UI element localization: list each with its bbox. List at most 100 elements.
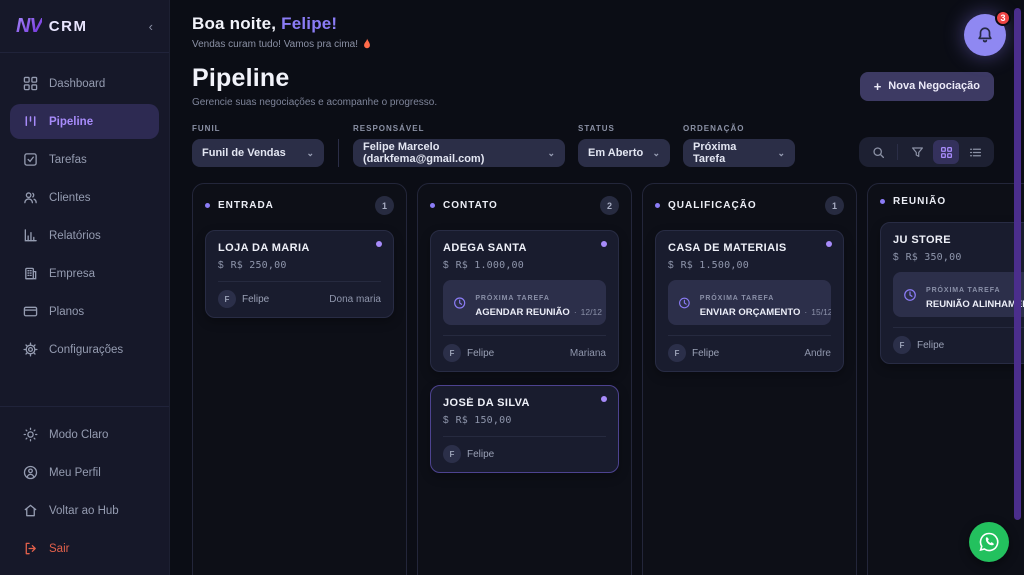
owner-name: Felipe [242,293,270,305]
deal-value: $ R$ 250,00 [218,260,381,271]
kanban-icon [25,116,36,126]
sidebar: NV CRM ‹ Dashboard Pipeline Tarefas Clie… [0,0,170,575]
column-contato: CONTATO 2 ADEGA SANTA $ R$ 1.000,00 PRÓX… [417,183,632,575]
topbar: Boa noite, Felipe! Vendas curam tudo! Va… [192,10,1024,56]
notifications: 3 [964,10,1011,56]
column-count-badge: 2 [600,196,619,215]
column-header: QUALIFICAÇÃO 1 [655,196,844,215]
deal-value: $ R$ 150,00 [443,415,606,426]
funnel-value: Funil de Vendas [202,147,286,159]
contact-name: Mariana [569,347,606,359]
kanban-view-button[interactable] [933,140,959,164]
vertical-scrollbar[interactable] [1014,8,1021,520]
deal-title: JOSÉ DA SILVA [443,397,530,409]
avatar: F [893,336,911,354]
sidebar-item-label: Configurações [49,343,124,356]
sidebar-item-label: Pipeline [49,115,94,128]
filter-status-label: STATUS [578,124,615,133]
new-deal-button[interactable]: + Nova Negociação [859,71,994,101]
next-task-label: PRÓXIMA TAREFA [926,287,1001,294]
list-view-button[interactable] [962,140,988,164]
currency-icon: $ [893,252,899,263]
dot-separator: · [573,307,577,317]
owner-select[interactable]: Felipe Marcelo (darkfema@gmail.com) ⌄ [353,139,565,167]
search-button[interactable] [865,140,891,164]
next-task-row: AGENDAR REUNIÃO · 12/12 [475,307,602,318]
sidebar-item-tarefas[interactable]: Tarefas [10,142,159,177]
status-select[interactable]: Em Aberto ⌄ [578,139,670,167]
column-title: QUALIFICAÇÃO [668,200,757,211]
sidebar-item-pipeline[interactable]: Pipeline [10,104,159,139]
deal-card-adega-santa[interactable]: ADEGA SANTA $ R$ 1.000,00 PRÓXIMA TAREFA… [430,230,619,372]
next-task-label: PRÓXIMA TAREFA [475,295,550,302]
deal-dot-icon [601,241,607,247]
next-task-label: PRÓXIMA TAREFA [699,295,775,302]
column-count-badge: 1 [375,196,394,215]
sidebar-collapse-icon[interactable]: ‹ [149,20,153,33]
avatar: F [218,290,236,308]
fire-icon [364,38,370,49]
sidebar-item-meu-perfil[interactable]: Meu Perfil [10,455,159,490]
main-content: Boa noite, Felipe! Vendas curam tudo! Va… [170,0,1024,575]
stage-dot-icon [430,203,435,208]
filters-bar: FUNIL Funil de Vendas ⌄ RESPONSÁVEL Feli… [192,124,1024,167]
sun-icon [23,427,38,442]
currency-icon: $ [443,260,449,271]
deal-card-loja-da-maria[interactable]: LOJA DA MARIA $ R$ 250,00 F Felipe Dona … [205,230,394,318]
deal-value: $ R$ 1.500,00 [668,260,831,271]
deal-card-jose-da-silva[interactable]: JOSÉ DA SILVA $ R$ 150,00 F Felipe [430,385,619,473]
clock-icon [679,297,690,308]
page-title: Pipeline [192,64,290,92]
sidebar-item-label: Clientes [49,191,91,204]
sidebar-item-empresa[interactable]: Empresa [10,256,159,291]
next-task-chip[interactable]: PRÓXIMA TAREFA REUNIÃO ALINHAMENTO [893,272,1024,317]
sidebar-item-label: Sair [49,542,70,555]
next-task-chip[interactable]: PRÓXIMA TAREFA ENVIAR ORÇAMENTO · 15/12 [668,280,831,325]
deal-title: ADEGA SANTA [443,242,527,254]
logo-row: NV CRM ‹ [0,0,169,53]
clock-icon [904,288,916,301]
sidebar-item-clientes[interactable]: Clientes [10,180,159,215]
order-select[interactable]: Próxima Tarefa ⌄ [683,139,795,167]
card-divider [668,335,831,336]
order-value: Próxima Tarefa [693,141,737,165]
card-footer: F Felipe [893,336,1024,354]
card-divider [443,335,606,336]
card-footer: F Felipe Mariana [443,344,606,362]
greeting-prefix: Boa noite, [192,14,277,33]
avatar: F [668,344,686,362]
funnel-select[interactable]: Funil de Vendas ⌄ [192,139,324,167]
next-task-chip[interactable]: PRÓXIMA TAREFA AGENDAR REUNIÃO · 12/12 [443,280,606,325]
chevron-down-icon: ⌄ [777,147,785,158]
sidebar-item-planos[interactable]: Planos [10,294,159,329]
deal-amount: R$ 350,00 [905,252,962,263]
greeting: Boa noite, Felipe! [192,14,372,34]
sidebar-item-label: Relatórios [49,229,101,242]
greeting-block: Boa noite, Felipe! Vendas curam tudo! Va… [192,14,372,50]
deal-card-ju-store[interactable]: JU STORE $ R$ 350,00 PRÓXIMA TAREFA REUN… [880,222,1024,364]
bar-chart-icon [24,229,37,242]
filter-funnel: FUNIL Funil de Vendas ⌄ [192,124,324,167]
whatsapp-button[interactable] [969,522,1009,562]
currency-icon: $ [218,260,224,271]
filter-funnel-label: FUNIL [192,124,221,133]
sidebar-item-label: Meu Perfil [49,466,101,479]
notification-count-badge: 3 [995,10,1011,26]
sidebar-item-modo-claro[interactable]: Modo Claro [10,417,159,452]
sidebar-item-relatorios[interactable]: Relatórios [10,218,159,253]
filter-order: ORDENAÇÃO Próxima Tarefa ⌄ [683,124,795,167]
next-task-date: 15/12 [811,307,831,317]
home-icon [24,504,37,517]
deal-amount: R$ 250,00 [230,260,287,271]
column-cards: ADEGA SANTA $ R$ 1.000,00 PRÓXIMA TAREFA… [430,230,619,473]
sidebar-item-dashboard[interactable]: Dashboard [10,66,159,101]
deal-value: $ R$ 350,00 [893,252,1024,263]
sidebar-nav: Dashboard Pipeline Tarefas Clientes Rela… [0,53,169,370]
filter-button[interactable] [904,140,930,164]
sidebar-item-voltar-hub[interactable]: Voltar ao Hub [10,493,159,528]
card-footer: F Felipe [443,445,606,463]
sidebar-item-sair[interactable]: Sair [10,531,159,566]
sidebar-item-configuracoes[interactable]: Configurações [10,332,159,367]
card-divider [893,327,1024,328]
deal-card-casa-de-materiais[interactable]: CASA DE MATERIAIS $ R$ 1.500,00 PRÓXIMA … [655,230,844,372]
